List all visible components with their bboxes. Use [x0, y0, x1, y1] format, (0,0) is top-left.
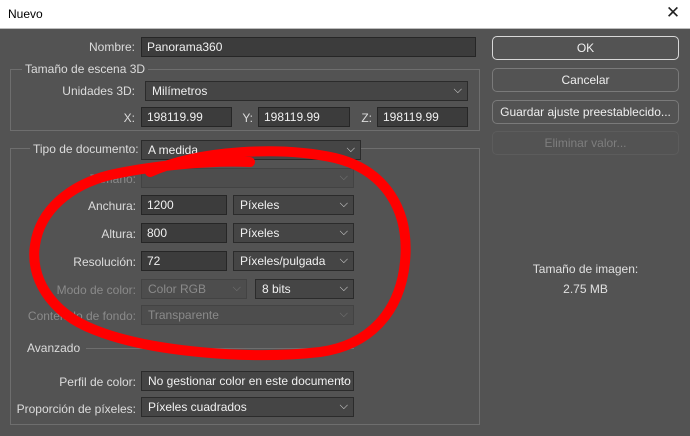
red-annotation-circle [29, 146, 411, 361]
